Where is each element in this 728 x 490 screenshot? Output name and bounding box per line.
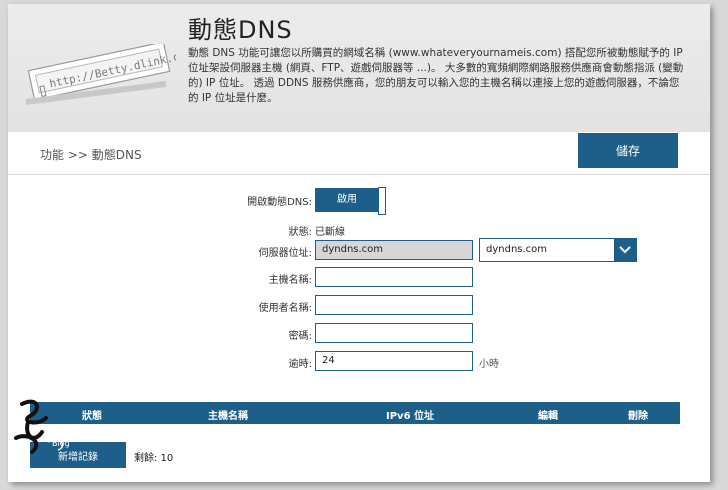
page: http://Betty.dlink.com 動態DNS 動態 DNS 功能可讓… xyxy=(8,4,710,482)
server-select-value: dyndns.com xyxy=(486,244,548,255)
status-value: 已斷線 xyxy=(315,227,345,238)
timeout-unit: 小時 xyxy=(479,359,499,370)
save-button[interactable]: 儲存 xyxy=(578,133,678,168)
server-input[interactable]: dyndns.com xyxy=(315,240,473,260)
remaining-count: 剩餘: 10 xyxy=(134,453,174,464)
server-label: 伺服器位址: xyxy=(258,248,312,259)
password-row: 密碼: xyxy=(8,322,710,346)
timeout-input[interactable]: 24 xyxy=(315,351,473,371)
host-row: 主機名稱: xyxy=(8,266,710,290)
host-input[interactable] xyxy=(315,267,473,287)
breadcrumb-bar: 功能 >> 動態DNS 儲存 xyxy=(8,132,710,175)
password-input[interactable] xyxy=(315,323,473,343)
chevron-down-icon[interactable] xyxy=(614,239,636,261)
page-title: 動態DNS xyxy=(188,16,293,44)
col-ipv6: IPv6 位址 xyxy=(386,411,435,422)
password-label: 密碼: xyxy=(288,331,312,342)
enable-row: 開啟動態DNS: 啟用 xyxy=(8,187,710,215)
host-label: 主機名稱: xyxy=(268,275,312,286)
enable-label: 開啟動態DNS: xyxy=(247,197,312,208)
status-label: 狀態: xyxy=(288,227,312,238)
col-hostname: 主機名稱 xyxy=(208,411,248,422)
timeout-row: 逾時: 24 小時 xyxy=(8,350,710,374)
toggle-knob[interactable] xyxy=(378,187,386,215)
enable-toggle[interactable]: 啟用 xyxy=(315,187,386,215)
timeout-label: 逾時: xyxy=(288,359,312,370)
col-edit: 編輯 xyxy=(538,411,558,422)
enable-toggle-text: 啟用 xyxy=(316,189,378,211)
user-row: 使用者名稱: xyxy=(8,294,710,318)
page-description: 動態 DNS 功能可讓您以所購買的網域名稱 (www.whateveryourn… xyxy=(188,47,684,104)
header: http://Betty.dlink.com 動態DNS 動態 DNS 功能可讓… xyxy=(8,4,710,133)
server-row: 伺服器位址: dyndns.com dyndns.com xyxy=(8,238,710,263)
svg-text:Blog: Blog xyxy=(52,439,70,448)
username-input[interactable] xyxy=(315,295,473,315)
col-delete: 刪除 xyxy=(628,411,648,422)
watermark-logo: Blog xyxy=(14,399,70,454)
server-select[interactable]: dyndns.com xyxy=(479,238,637,262)
url-bar-illustration: http://Betty.dlink.com xyxy=(26,44,176,105)
user-label: 使用者名稱: xyxy=(258,303,312,314)
breadcrumb[interactable]: 功能 >> 動態DNS xyxy=(40,146,142,163)
